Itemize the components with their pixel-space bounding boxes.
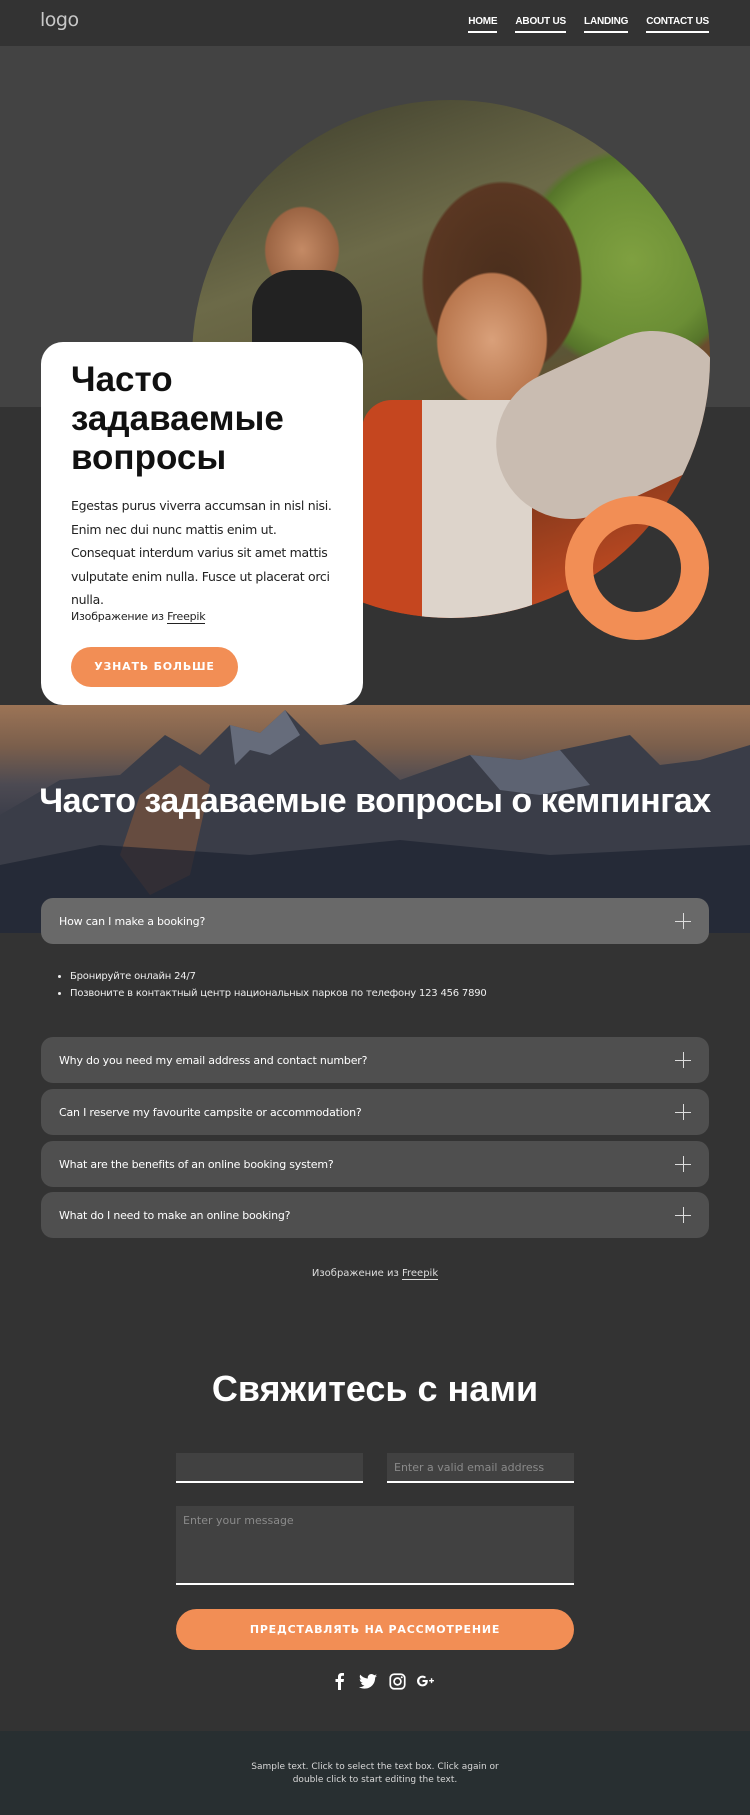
plus-icon[interactable] xyxy=(675,1207,691,1223)
site-footer: Sample text. Click to select the text bo… xyxy=(0,1731,750,1815)
faq-question: Can I reserve my favourite campsite or a… xyxy=(59,1105,362,1119)
plus-icon[interactable] xyxy=(675,1052,691,1068)
logo[interactable]: logo xyxy=(40,9,79,31)
footer-text: Sample text. Click to select the text bo… xyxy=(251,1762,499,1785)
faq-item-requirements[interactable]: What do I need to make an online booking… xyxy=(41,1192,709,1238)
faq-image-credit: Изображение из Freepik xyxy=(0,1268,750,1280)
decorative-ring xyxy=(565,496,709,640)
plus-icon[interactable] xyxy=(675,1104,691,1120)
faq-answer: Бронируйте онлайн 24/7 Позвоните в конта… xyxy=(70,968,487,1002)
nav-contact-us[interactable]: CONTACT US xyxy=(646,16,709,33)
facebook-icon[interactable] xyxy=(330,1672,348,1690)
answer-item: Позвоните в контактный центр национальны… xyxy=(70,985,487,1002)
plus-icon[interactable] xyxy=(675,913,691,929)
nav-landing[interactable]: LANDING xyxy=(584,16,628,33)
faq-question: How can I make a booking? xyxy=(59,914,206,928)
faq-item-benefits[interactable]: What are the benefits of an online booki… xyxy=(41,1141,709,1187)
name-input[interactable] xyxy=(176,1453,363,1483)
freepik-link[interactable]: Freepik xyxy=(401,1268,439,1280)
hero-card: Часто задаваемые вопросы Egestas purus v… xyxy=(41,342,363,705)
faq-question: What do I need to make an online booking… xyxy=(59,1208,291,1222)
answer-item: Бронируйте онлайн 24/7 xyxy=(70,968,487,985)
faq-item-email[interactable]: Why do you need my email address and con… xyxy=(41,1037,709,1083)
faq-question: What are the benefits of an online booki… xyxy=(59,1157,334,1171)
main-nav: HOME ABOUT US LANDING CONTACT US xyxy=(468,16,709,33)
google-plus-icon[interactable] xyxy=(417,1672,435,1690)
credit-prefix: Изображение из xyxy=(71,610,168,623)
credit-prefix: Изображение из xyxy=(311,1268,402,1279)
learn-more-button[interactable]: УЗНАТЬ БОЛЬШЕ xyxy=(71,647,238,687)
contact-title: Свяжитесь с нами xyxy=(211,1368,539,1409)
nav-home[interactable]: HOME xyxy=(468,16,498,33)
freepik-link[interactable]: Freepik xyxy=(167,610,206,624)
faq-question: Why do you need my email address and con… xyxy=(59,1053,368,1067)
faq-item-booking[interactable]: How can I make a booking? xyxy=(41,898,709,944)
hero-body-text: Egestas purus viverra accumsan in nisl n… xyxy=(71,498,332,607)
twitter-icon[interactable] xyxy=(359,1672,377,1690)
hero-title: Часто задаваемые вопросы xyxy=(71,360,284,477)
nav-about-us[interactable]: ABOUT US xyxy=(515,16,566,33)
message-textarea[interactable] xyxy=(176,1506,574,1585)
faq-title: Часто задаваемые вопросы о кемпингах xyxy=(39,782,711,820)
hero-image-credit: Изображение из Freepik xyxy=(71,610,206,624)
instagram-icon[interactable] xyxy=(388,1672,406,1690)
submit-button[interactable]: ПРЕДСТАВЛЯТЬ НА РАССМОТРЕНИЕ xyxy=(176,1609,574,1650)
email-input[interactable] xyxy=(387,1453,574,1483)
site-header: logo HOME ABOUT US LANDING CONTACT US xyxy=(0,0,750,46)
social-links xyxy=(330,1672,435,1690)
plus-icon[interactable] xyxy=(675,1156,691,1172)
faq-item-reserve[interactable]: Can I reserve my favourite campsite or a… xyxy=(41,1089,709,1135)
